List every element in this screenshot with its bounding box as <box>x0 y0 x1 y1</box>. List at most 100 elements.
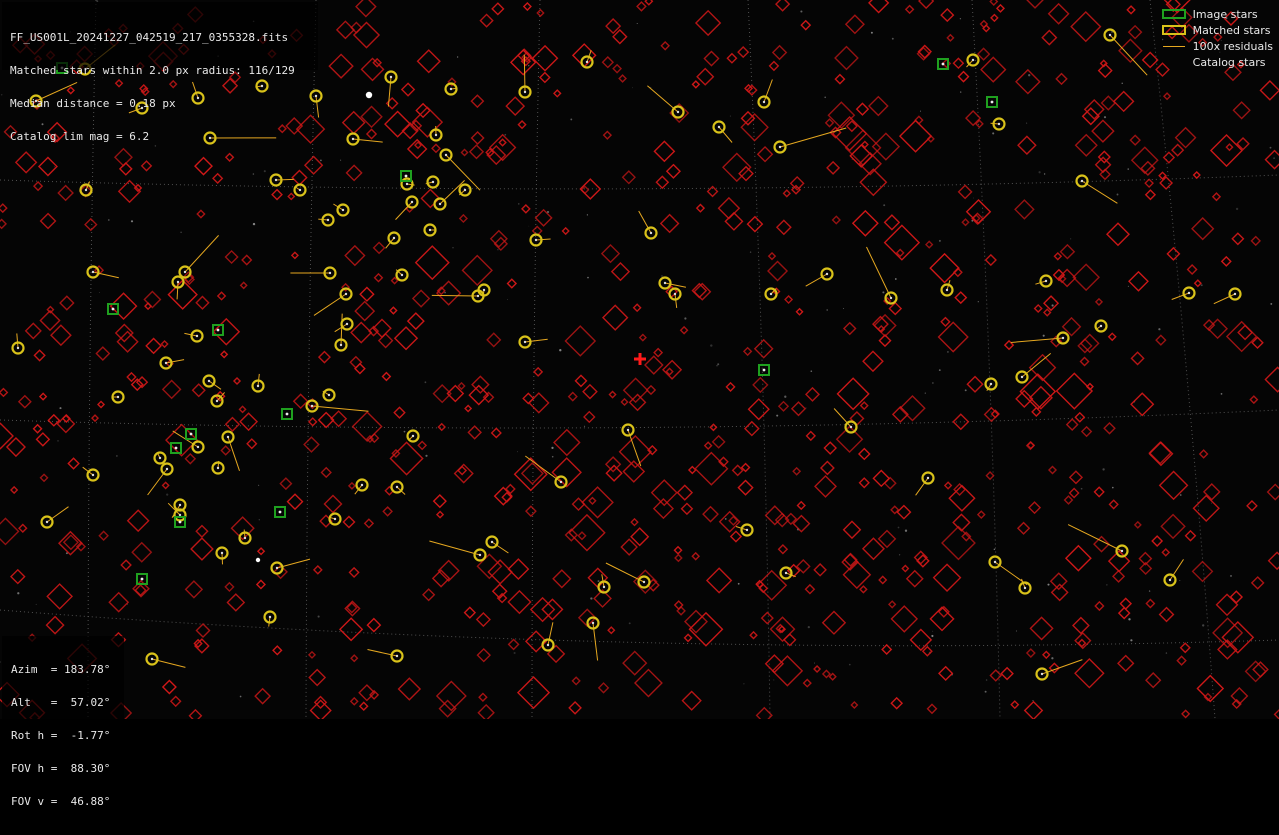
faint-star <box>425 381 427 383</box>
catalog-star-marker <box>132 379 143 390</box>
altitude-text: Alt = 57.02° <box>11 697 115 708</box>
faint-star <box>1106 584 1107 585</box>
catalog-star-marker <box>1143 52 1158 67</box>
catalog-star-marker <box>193 384 205 396</box>
catalog-star-marker <box>981 21 988 28</box>
catalog-star-marker <box>753 378 767 392</box>
legend: Image stars Matched stars 100x residuals… <box>1161 6 1273 70</box>
catalog-star-marker <box>1192 218 1213 239</box>
catalog-star-marker <box>418 442 426 450</box>
catalog-star-marker <box>739 167 753 181</box>
catalog-star-marker <box>472 132 484 144</box>
star-point <box>432 181 434 183</box>
catalog-star-marker <box>859 449 870 460</box>
star-point <box>770 293 772 295</box>
catalog-star-marker <box>844 521 861 538</box>
star-point <box>946 289 948 291</box>
catalog-star-marker <box>1252 577 1264 589</box>
catalog-star-marker <box>869 97 888 116</box>
catalog-star-marker <box>1182 710 1189 717</box>
residual-line <box>675 294 677 308</box>
catalog-star-marker <box>837 426 863 452</box>
faint-star <box>826 309 828 311</box>
catalog-star-marker <box>785 296 792 303</box>
catalog-star-marker <box>1127 6 1135 14</box>
catalog-star-marker <box>624 378 648 402</box>
faint-star <box>1270 147 1272 149</box>
star-point <box>208 380 210 382</box>
faint-star <box>1128 168 1129 169</box>
catalog-star-marker <box>990 670 1001 681</box>
catalog-star-marker <box>806 388 819 401</box>
faint-star <box>1112 487 1114 489</box>
catalog-star-marker <box>288 494 303 509</box>
star-point <box>179 521 182 524</box>
faint-star <box>457 56 458 57</box>
catalog-star-marker <box>98 401 104 407</box>
catalog-star-marker <box>621 539 637 555</box>
catalog-star-marker <box>258 548 264 554</box>
catalog-star-marker <box>634 304 641 311</box>
catalog-star-marker <box>675 555 682 562</box>
catalog-star-marker <box>480 14 492 26</box>
catalog-star-marker <box>163 482 169 488</box>
catalog-star-marker <box>623 651 646 674</box>
catalog-star-marker <box>1073 618 1089 634</box>
star-point <box>1041 673 1043 675</box>
catalog-star-marker <box>225 583 233 591</box>
catalog-star-marker <box>468 426 481 439</box>
catalog-star-marker <box>815 476 836 497</box>
faint-star <box>730 116 731 117</box>
catalog-star-marker <box>689 467 696 474</box>
catalog-star-marker <box>619 75 626 82</box>
faint-star <box>518 203 519 204</box>
catalog-star-marker <box>727 54 736 63</box>
legend-item-residuals: 100x residuals <box>1161 38 1273 54</box>
star-point <box>327 219 329 221</box>
catalog-star-marker <box>19 525 26 532</box>
catalog-star-marker <box>1015 200 1034 219</box>
catalog-star-marker <box>959 185 972 198</box>
star-point <box>393 237 395 239</box>
star-point <box>535 239 537 241</box>
catalog-star-marker <box>508 591 530 613</box>
faint-star <box>717 363 719 365</box>
catalog-limit-text: Catalog lim mag = 6.2 <box>10 131 310 142</box>
catalog-star-marker <box>707 568 731 592</box>
star-point <box>17 347 19 349</box>
catalog-star-marker <box>863 351 883 371</box>
faint-star <box>1047 584 1049 586</box>
catalog-star-marker <box>578 532 585 539</box>
catalog-star-marker <box>190 710 202 719</box>
faint-star <box>824 97 826 99</box>
star-point <box>650 232 652 234</box>
catalog-star-marker <box>1164 93 1170 99</box>
catalog-star-marker <box>196 526 207 537</box>
catalog-star-marker <box>704 51 718 65</box>
star-point <box>1169 579 1171 581</box>
catalog-star-marker <box>1193 562 1213 582</box>
catalog-star-marker <box>654 349 662 357</box>
catalog-star-marker <box>990 0 997 5</box>
catalog-star-marker <box>981 57 1005 81</box>
star-point <box>763 369 766 372</box>
catalog-star-marker <box>1075 413 1084 422</box>
star-point <box>412 435 414 437</box>
star-point <box>361 484 363 486</box>
catalog-star-marker <box>351 322 371 342</box>
catalog-star-marker <box>242 255 251 264</box>
star-point <box>92 474 94 476</box>
catalog-star-marker <box>889 601 895 607</box>
star-point <box>244 537 246 539</box>
catalog-star-marker <box>1119 39 1142 62</box>
catalog-star-marker <box>738 47 748 57</box>
catalog-star-marker <box>575 375 586 386</box>
faint-star <box>1236 208 1238 210</box>
faint-star <box>716 365 717 366</box>
star-point <box>1081 180 1083 182</box>
residual-line <box>312 406 369 411</box>
faint-star <box>960 18 961 19</box>
faint-star <box>905 530 907 532</box>
catalog-star-marker <box>744 348 751 355</box>
catalog-star-marker <box>853 211 878 236</box>
